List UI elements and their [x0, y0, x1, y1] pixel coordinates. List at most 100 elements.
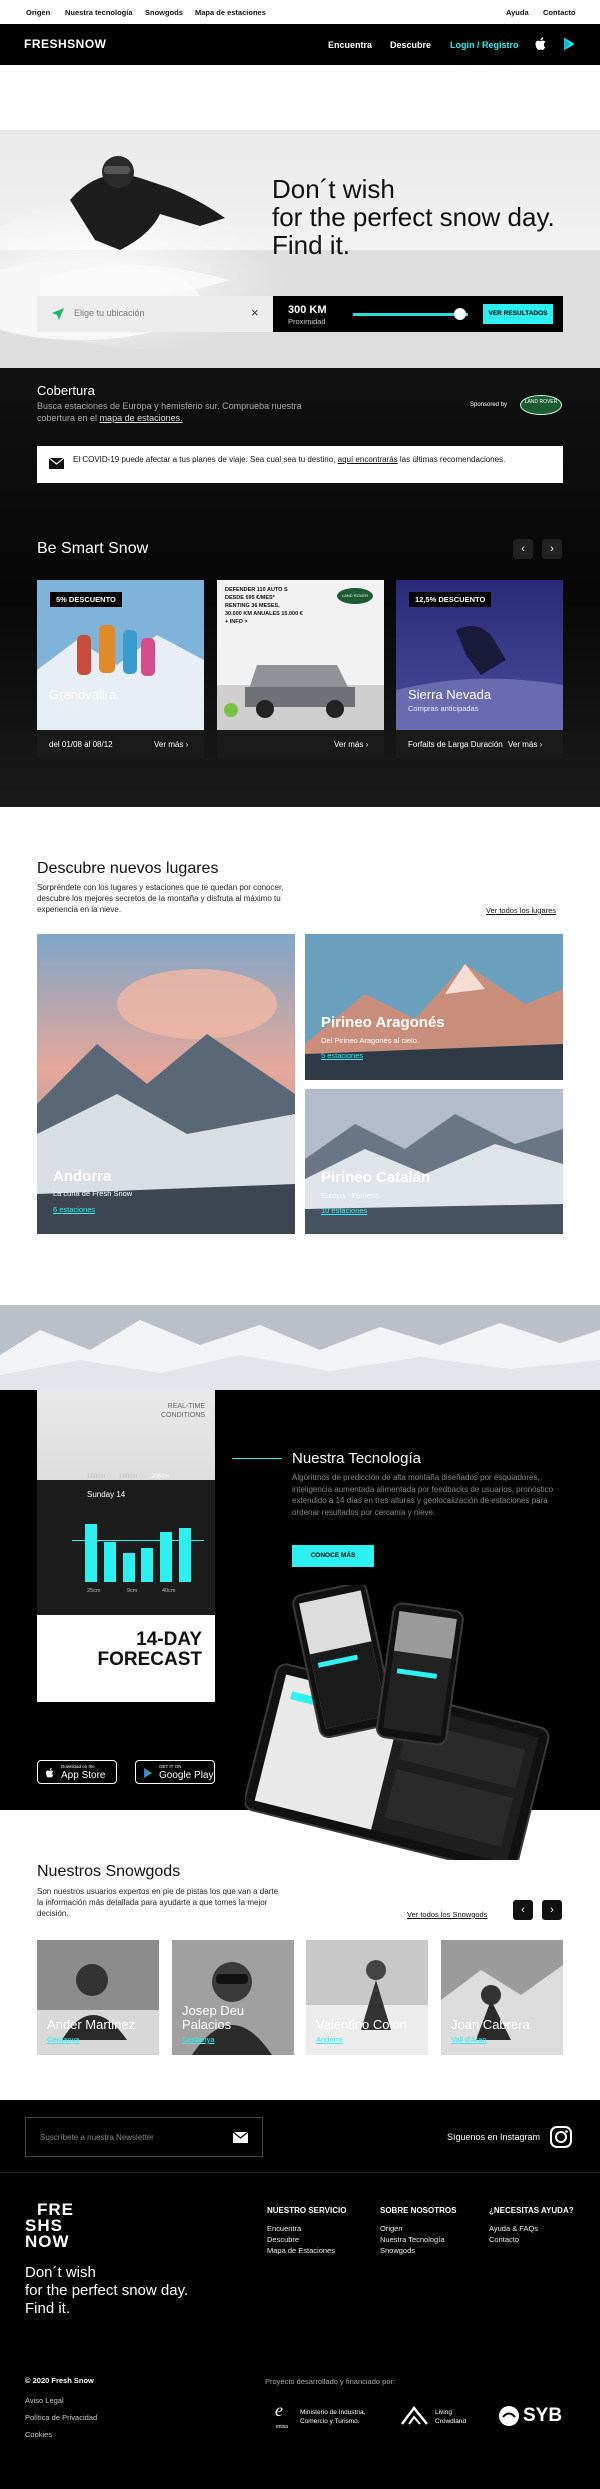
footer-link[interactable]: Nuestra Tecnología: [380, 2234, 456, 2245]
tech-accent-line: [232, 1458, 282, 1459]
logo[interactable]: FRESHSNOW: [24, 37, 107, 51]
footer-logo[interactable]: FRE SHS NOW: [25, 2201, 74, 2250]
altitude-tab[interactable]: 1500m: [87, 1474, 105, 1480]
smart-snow-title: Be Smart Snow: [37, 540, 149, 557]
toplink-tecnologia[interactable]: Nuestra tecnología: [65, 8, 133, 17]
footer-link[interactable]: Snowgods: [380, 2245, 456, 2256]
nav-descubre[interactable]: Descubre: [390, 40, 431, 50]
discover-text: Sorpréndete con los lugares y estaciones…: [37, 883, 284, 914]
offer-more-link[interactable]: Ver más ›: [154, 740, 188, 749]
place-stations-link[interactable]: 5 estaciones: [321, 1051, 363, 1060]
footer: Suscríbete a nuestra Newsletter Síguenos…: [0, 2100, 600, 2489]
forecast-bar: [104, 1542, 116, 1582]
place-desc: La cuna de Fresh Snow: [53, 1189, 133, 1198]
location-field[interactable]: Elige tu ubicación ×: [37, 296, 273, 332]
copyright: © 2020 Fresh Snow: [25, 2376, 94, 2385]
snowgod-card[interactable]: Josep Deu Palacios Cerdanya: [172, 1940, 294, 2055]
forecast-headline: 14-DAY FORECAST: [92, 1629, 203, 1670]
forecast-trend-line: [72, 1540, 204, 1541]
app-store-label: App Store: [61, 1770, 106, 1781]
legal-link[interactable]: Política de Privacidad: [25, 2409, 97, 2426]
forecast-bar: [123, 1553, 135, 1582]
footer-link[interactable]: Contacto: [489, 2234, 574, 2245]
place-card-pirineo-catalan[interactable]: Pirineo Catalán Europa - Pirineos 10 est…: [305, 1089, 563, 1234]
snowgod-location[interactable]: Cerdanya: [182, 2035, 215, 2044]
place-card-pirineo-aragones[interactable]: Pirineo Aragonés Del Pirineo Aragonés al…: [305, 934, 563, 1080]
snowgod-location[interactable]: Andorra: [316, 2035, 343, 2044]
distance-slider-handle[interactable]: [454, 308, 466, 320]
covid-link[interactable]: aquí encontrarás: [338, 455, 398, 464]
ad-card[interactable]: DEFENDER 110 AUTO S DESDE 595 €/MES* REN…: [217, 580, 384, 758]
snowgod-card[interactable]: Ander Martinez Cerdanya: [37, 1940, 159, 2055]
instagram-label[interactable]: Síguenos en Instagram: [447, 2132, 540, 2142]
legal-link[interactable]: Cookies: [25, 2426, 97, 2443]
realtime-label: REAL-TIME CONDITIONS: [161, 1403, 205, 1419]
learn-more-button[interactable]: CONOCE MÁS: [292, 1545, 374, 1567]
footer-tagline: Don´t wish for the perfect snow day. Fin…: [25, 2264, 188, 2318]
footer-link[interactable]: Encuentra: [267, 2223, 346, 2234]
offer-footer: del 01/08 al 08/12 Ver más ›: [37, 730, 204, 758]
google-play-icon[interactable]: [561, 36, 577, 52]
footer-link[interactable]: Origen: [380, 2223, 456, 2234]
hero-banner: Don´t wish for the perfect snow day. Fin…: [0, 130, 600, 368]
ad-line: + INFO >: [225, 619, 248, 625]
snowgods-next-button[interactable]: ›: [542, 1900, 562, 1920]
smart-prev-button[interactable]: ‹: [513, 539, 533, 559]
place-card-andorra[interactable]: Andorra La cuna de Fresh Snow 6 estacion…: [37, 934, 295, 1234]
toplink-contacto[interactable]: Contacto: [543, 8, 576, 17]
footer-tagline-line: Don´t wish: [25, 2264, 96, 2281]
land-rover-logo[interactable]: LAND ROVER: [520, 395, 562, 415]
offer-dates: del 01/08 al 08/12: [49, 740, 113, 749]
toplink-snowgods[interactable]: Snowgods: [145, 8, 183, 17]
smart-next-button[interactable]: ›: [542, 539, 562, 559]
all-places-link[interactable]: Ver todos los lugares: [486, 906, 556, 915]
footer-link[interactable]: Descubre: [267, 2234, 346, 2245]
place-stations-link[interactable]: 6 estaciones: [53, 1205, 95, 1214]
toplink-mapa[interactable]: Mapa de estaciones: [195, 8, 266, 17]
footer-link[interactable]: Ayuda & FAQs: [489, 2223, 574, 2234]
altitude-tab[interactable]: 1900m: [119, 1474, 137, 1480]
syb-logo-icon: [499, 2406, 519, 2426]
google-play-button[interactable]: GET IT ON Google Play: [135, 1760, 215, 1784]
send-icon[interactable]: [233, 2132, 248, 2143]
toplink-ayuda[interactable]: Ayuda: [506, 8, 529, 17]
nav-login[interactable]: Login / Registro: [450, 40, 519, 50]
app-store-button[interactable]: Download on the App Store: [37, 1760, 117, 1784]
offer-card[interactable]: 5% DESCUENTO Grandvalira Forfait de Temp…: [37, 580, 204, 758]
place-stations-link[interactable]: 10 estaciones: [321, 1206, 367, 1215]
distance-slider-track[interactable]: [353, 313, 468, 316]
top-utility-bar: Origen Nuestra tecnología Snowgods Mapa …: [0, 0, 600, 24]
newsletter-input[interactable]: Suscríbete a nuestra Newsletter: [40, 2133, 154, 2142]
footer-tagline-line: for the perfect snow day.: [25, 2282, 189, 2299]
place-desc: Del Pirineo Aragonés al cielo.: [321, 1036, 419, 1045]
footer-col-title: ¿NECESITAS AYUDA?: [489, 2206, 574, 2215]
legal-link[interactable]: Aviso Legal: [25, 2392, 97, 2409]
ad-more-link[interactable]: Ver más ›: [334, 740, 368, 749]
snowgod-card[interactable]: Valentino Colon Andorra: [306, 1940, 428, 2055]
snowgods-prev-button[interactable]: ‹: [513, 1900, 533, 1920]
forecast-headline-line: 14-DAY: [136, 1629, 202, 1650]
snowgods-text: Son nuestros usuarios expertos en pie de…: [37, 1887, 279, 1918]
all-snowgods-link[interactable]: Ver todos los Snowgods: [407, 1910, 487, 1919]
snowgod-card[interactable]: Joan Cabrera Vall d'Aran: [441, 1940, 563, 2055]
altitude-tab[interactable]: 2050m: [151, 1474, 169, 1480]
snowgod-location[interactable]: Vall d'Aran: [451, 2035, 486, 2044]
results-button[interactable]: VER RESULTADOS: [483, 304, 553, 324]
location-input[interactable]: Elige tu ubicación: [74, 308, 145, 318]
apple-icon[interactable]: [533, 36, 549, 52]
newsletter-field[interactable]: Suscríbete a nuestra Newsletter: [25, 2117, 263, 2157]
instagram-icon[interactable]: [550, 2126, 572, 2148]
forecast-bar: [85, 1524, 97, 1582]
clear-icon[interactable]: ×: [251, 305, 259, 320]
snowgod-location[interactable]: Cerdanya: [47, 2035, 80, 2044]
coverage-map-link[interactable]: mapa de estaciones.: [100, 413, 183, 423]
offer-more-link[interactable]: Ver más ›: [508, 740, 542, 749]
ad-line: DESDE 595 €/MES*: [225, 595, 275, 601]
footer-link[interactable]: Mapa de Estaciones: [267, 2245, 346, 2256]
forecast-bar: [179, 1528, 191, 1582]
nav-encuentra[interactable]: Encuentra: [328, 40, 372, 50]
google-play-icon: [144, 1768, 153, 1778]
covid-notice: El COVID-19 puede afectar a tus planes d…: [37, 446, 563, 483]
toplink-origen[interactable]: Origen: [26, 8, 50, 17]
offer-card[interactable]: 12,5% DESCUENTO Sierra Nevada Compras an…: [396, 580, 563, 758]
